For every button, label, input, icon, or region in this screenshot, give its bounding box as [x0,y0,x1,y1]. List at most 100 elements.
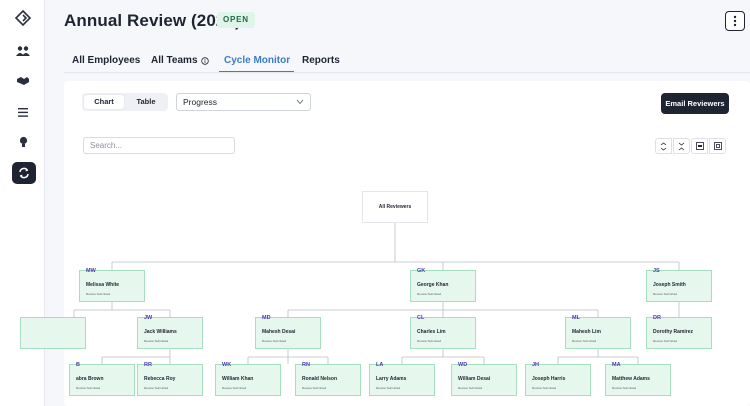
node-initials: RN [302,362,310,368]
org-node[interactable]: ML Mahesh Lim Review Submitted [565,315,631,349]
org-node[interactable]: WK William Khan Review Submitted [215,362,281,396]
node-status: Review Submitted [417,339,442,343]
search-placeholder: Search... [90,141,123,150]
view-toggle: Chart Table [82,93,168,111]
kebab-icon [733,15,737,27]
org-node[interactable]: Babra Brown Review Submitted [69,362,135,396]
org-node[interactable]: JS Joseph Smith Review Submitted [646,268,712,302]
node-status: Review Submitted [417,292,442,296]
node-status: Review Submitted [653,339,678,343]
node-status: Review Submitted [86,292,111,296]
cycle-icon[interactable] [12,162,36,184]
fit-view-button[interactable] [691,138,708,154]
node-name: Ronald Nelson [302,376,338,382]
table-view-button[interactable]: Table [126,95,166,109]
node-name: Charles Lim [417,329,446,335]
collapse-icon [678,142,685,150]
chart-tools [655,138,727,154]
email-reviewers-button[interactable]: Email Reviewers [661,93,729,114]
node-initials: GK [417,268,426,274]
node-name: Dorothy Ramirez [653,329,694,335]
node-initials: MA [612,362,621,368]
metric-select[interactable]: Progress [176,93,311,111]
node-initials: JH [532,362,540,368]
node-initials: ML [572,315,580,321]
org-node[interactable]: MD Mahesh Desai Review Submitted [255,315,321,349]
node-initials: WD [458,362,468,368]
expand-icon [660,141,667,151]
node-status: Review Submitted [376,386,401,390]
node-status: Review Submitted [653,292,678,296]
node-initials: JS [653,268,660,274]
node-name: William Khan [222,376,254,382]
node-name: Jack Williams [144,329,177,335]
tab-cycle-monitor[interactable]: Cycle Monitor [224,55,290,66]
org-node[interactable]: GK George Khan Review Submitted [410,268,476,302]
node-status: Review Submitted [612,386,637,390]
node-status: Review Submitted [572,339,597,343]
node-initials: DR [653,315,661,321]
list-icon[interactable] [11,101,35,123]
status-badge: OPEN [217,12,255,28]
center-icon [713,142,722,150]
tabs-divider [64,72,750,73]
org-root-node[interactable]: All Reviewers [362,191,428,223]
collapse-all-button[interactable] [673,138,690,154]
lightbulb-icon[interactable] [11,131,35,153]
org-node-cropped[interactable] [20,317,86,349]
node-name: Rebecca Roy [144,376,176,382]
info-icon [200,57,209,65]
node-status: Review Submitted [302,386,327,390]
logo-icon[interactable] [11,7,35,29]
org-chart: All Reviewers MW Melissa White Review Submi… [20,191,750,406]
search-input[interactable]: Search... [83,137,235,154]
chevron-down-icon [296,99,304,105]
node-initials: RR [144,362,152,368]
tab-all-employees[interactable]: All Employees [72,55,140,66]
org-node[interactable]: MA Matthew Adams Review Submitted [605,362,671,396]
node-name: All Reviewers [378,204,412,210]
node-status: Review Submitted [458,386,483,390]
node-status: Review Submitted [262,339,287,343]
node-name: abra Brown [76,376,104,382]
node-status: Review Submitted [532,386,557,390]
org-node[interactable]: LA Larry Adams Review Submitted [369,362,435,396]
node-name: Joseph Smith [653,282,686,288]
node-initials: B [76,362,80,368]
org-node[interactable]: MW Melissa White Review Submitted [79,268,145,302]
org-node[interactable]: CL Charles Lim Review Submitted [410,315,476,349]
node-name: Mahesh Desai [262,329,296,335]
node-initials: LA [376,362,384,368]
node-initials: MW [86,268,96,274]
tab-all-teams-label: All Teams [151,55,198,66]
node-status: Review Submitted [144,339,169,343]
org-node[interactable]: WD William Desai Review Submitted [451,362,517,396]
main-area: Annual Review (2025) OPEN All Employees … [20,0,750,406]
center-view-button[interactable] [709,138,726,154]
node-name: Joseph Harris [532,376,566,382]
node-name: Melissa White [86,282,120,288]
node-initials: WK [222,362,232,368]
node-status: Review Submitted [76,386,101,390]
node-status: Review Submitted [222,386,247,390]
fit-icon [695,142,704,150]
node-name: Matthew Adams [612,376,650,382]
node-name: Larry Adams [376,376,407,382]
people-icon[interactable] [11,40,35,62]
page-title: Annual Review (2025) [64,11,241,30]
node-name: Mahesh Lim [572,329,601,335]
expand-all-button[interactable] [655,138,672,154]
node-initials: CL [417,315,425,321]
handshake-icon[interactable] [11,70,35,92]
org-node[interactable]: RN Ronald Nelson Review Submitted [295,362,361,396]
org-node[interactable]: RR Rebecca Roy Review Submitted [137,362,203,396]
metric-select-value: Progress [183,97,218,107]
more-menu-button[interactable] [725,11,745,31]
org-node[interactable]: JW Jack Williams Review Submitted [137,315,203,349]
tab-all-teams[interactable]: All Teams [151,55,209,66]
node-name: William Desai [458,376,491,382]
chart-view-button[interactable]: Chart [84,95,124,109]
tab-reports[interactable]: Reports [302,55,340,66]
org-node[interactable]: DR Dorothy Ramirez Review Submitted [646,315,712,349]
org-node[interactable]: JH Joseph Harris Review Submitted [525,362,591,396]
